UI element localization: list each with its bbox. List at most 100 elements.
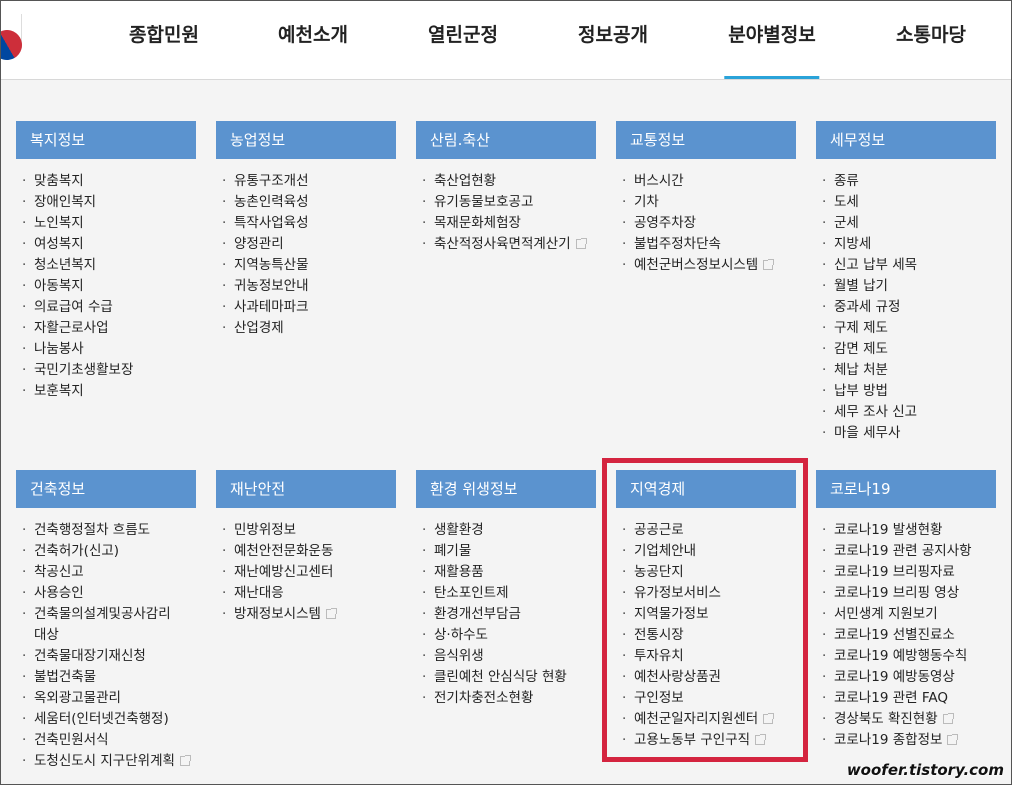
list-item[interactable]: 목재문화체험장 (416, 213, 596, 234)
list-item[interactable]: 민방위정보 (216, 520, 396, 541)
list-item[interactable]: 농공단지 (616, 562, 796, 583)
section-title[interactable]: 교통정보 (616, 121, 796, 159)
section-title[interactable]: 농업정보 (216, 121, 396, 159)
list-item[interactable]: 투자유치 (616, 646, 796, 667)
list-item[interactable]: 종류 (816, 171, 996, 192)
list-item[interactable]: 아동복지 (16, 276, 196, 297)
list-item[interactable]: 마을 세무사 (816, 423, 996, 444)
list-item[interactable]: 구인정보 (616, 688, 796, 709)
list-item[interactable]: 세무 조사 신고 (816, 402, 996, 423)
list-item[interactable]: 군세 (816, 213, 996, 234)
list-item[interactable]: 사과테마파크 (216, 297, 396, 318)
list-item[interactable]: 상·하수도 (416, 625, 596, 646)
list-item[interactable]: 코로나19 예방행동수칙 (816, 646, 996, 667)
nav-item-civil-service[interactable]: 종합민원 (129, 20, 199, 47)
list-item[interactable]: 전기차충전소현황 (416, 688, 596, 709)
nav-item-communication[interactable]: 소통마당 (896, 20, 966, 47)
list-item[interactable]: 버스시간 (616, 171, 796, 192)
section-title[interactable]: 환경 위생정보 (416, 470, 596, 508)
list-item[interactable]: 자활근로사업 (16, 318, 196, 339)
list-item[interactable]: 특작사업육성 (216, 213, 396, 234)
list-item[interactable]: 예천사랑상품권 (616, 667, 796, 688)
list-item[interactable]: 탄소포인트제 (416, 583, 596, 604)
nav-item-open-county[interactable]: 열린군정 (428, 20, 498, 47)
section-title[interactable]: 코로나19 (816, 470, 996, 508)
list-item[interactable]: 건축행정절차 흐름도 (16, 520, 196, 541)
list-item[interactable]: 체납 처분 (816, 360, 996, 381)
list-item[interactable]: 재난대응 (216, 583, 396, 604)
list-item[interactable]: 구제 제도 (816, 318, 996, 339)
list-item[interactable]: 재난예방신고센터 (216, 562, 396, 583)
list-item[interactable]: 기업체안내 (616, 541, 796, 562)
list-item[interactable]: 귀농정보안내 (216, 276, 396, 297)
list-item[interactable]: 착공신고 (16, 562, 196, 583)
list-item[interactable]: 축산업현황 (416, 171, 596, 192)
list-item[interactable]: 생활환경 (416, 520, 596, 541)
list-item[interactable]: 건축민원서식 (16, 730, 196, 751)
list-item[interactable]: 맞춤복지 (16, 171, 196, 192)
list-item[interactable]: 환경개선부담금 (416, 604, 596, 625)
section-title[interactable]: 건축정보 (16, 470, 196, 508)
list-item[interactable]: 사용승인 (16, 583, 196, 604)
nav-item-field-information[interactable]: 분야별정보 (724, 20, 821, 79)
list-item-external[interactable]: 방재정보시스템 (216, 604, 396, 625)
list-item[interactable]: 노인복지 (16, 213, 196, 234)
list-item[interactable]: 여성복지 (16, 234, 196, 255)
list-item[interactable]: 코로나19 관련 공지사항 (816, 541, 996, 562)
list-item[interactable]: 코로나19 예방동영상 (816, 667, 996, 688)
list-item[interactable]: 폐기물 (416, 541, 596, 562)
list-item[interactable]: 보훈복지 (16, 381, 196, 402)
list-item[interactable]: 신고 납부 세목 (816, 255, 996, 276)
list-item[interactable]: 코로나19 발생현황 (816, 520, 996, 541)
list-item[interactable]: 장애인복지 (16, 192, 196, 213)
list-item[interactable]: 청소년복지 (16, 255, 196, 276)
section-title[interactable]: 세무정보 (816, 121, 996, 159)
nav-item-information-disclosure[interactable]: 정보공개 (578, 20, 648, 47)
list-item[interactable]: 중과세 규정 (816, 297, 996, 318)
list-item[interactable]: 건축허가(신고) (16, 541, 196, 562)
section-title[interactable]: 재난안전 (216, 470, 396, 508)
list-item-external[interactable]: 도청신도시 지구단위계획 (16, 751, 196, 772)
list-item[interactable]: 국민기초생활보장 (16, 360, 196, 381)
list-item[interactable]: 서민생계 지원보기 (816, 604, 996, 625)
list-item[interactable]: 유기동물보호공고 (416, 192, 596, 213)
list-item[interactable]: 코로나19 브리핑자료 (816, 562, 996, 583)
list-item-external[interactable]: 경상북도 확진현황 (816, 709, 996, 730)
section-title[interactable]: 지역경제 (616, 470, 796, 508)
list-item[interactable]: 감면 제도 (816, 339, 996, 360)
list-item[interactable]: 코로나19 관련 FAQ (816, 688, 996, 709)
list-item[interactable]: 세움터(인터넷건축행정) (16, 709, 196, 730)
list-item[interactable]: 지역물가정보 (616, 604, 796, 625)
list-item[interactable]: 지역농특산물 (216, 255, 396, 276)
list-item[interactable]: 유통구조개선 (216, 171, 396, 192)
list-item[interactable]: 클린예천 안심식당 현황 (416, 667, 596, 688)
list-item-external[interactable]: 코로나19 종합정보 (816, 730, 996, 751)
list-item[interactable]: 양정관리 (216, 234, 396, 255)
list-item[interactable]: 납부 방법 (816, 381, 996, 402)
list-item[interactable]: 코로나19 선별진료소 (816, 625, 996, 646)
list-item[interactable]: 재활용품 (416, 562, 596, 583)
list-item[interactable]: 코로나19 브리핑 영상 (816, 583, 996, 604)
list-item[interactable]: 공공근로 (616, 520, 796, 541)
section-title[interactable]: 산림.축산 (416, 121, 596, 159)
list-item[interactable]: 음식위생 (416, 646, 596, 667)
list-item[interactable]: 산업경제 (216, 318, 396, 339)
nav-item-introduction[interactable]: 예천소개 (278, 20, 348, 47)
list-item[interactable]: 나눔봉사 (16, 339, 196, 360)
list-item[interactable]: 불법주정차단속 (616, 234, 796, 255)
list-item[interactable]: 기차 (616, 192, 796, 213)
list-item[interactable]: 지방세 (816, 234, 996, 255)
list-item[interactable]: 불법건축물 (16, 667, 196, 688)
list-item[interactable]: 건축물대장기재신청 (16, 646, 196, 667)
list-item[interactable]: 의료급여 수급 (16, 297, 196, 318)
list-item-external[interactable]: 예천군일자리지원센터 (616, 709, 796, 730)
list-item-external[interactable]: 축산적정사육면적계산기 (416, 234, 596, 255)
list-item[interactable]: 옥외광고물관리 (16, 688, 196, 709)
list-item[interactable]: 건축물의설계및공사감리대상 (16, 604, 181, 646)
list-item-external[interactable]: 예천군버스정보시스템 (616, 255, 796, 276)
section-title[interactable]: 복지정보 (16, 121, 196, 159)
list-item[interactable]: 도세 (816, 192, 996, 213)
list-item[interactable]: 유가정보서비스 (616, 583, 796, 604)
list-item-external[interactable]: 고용노동부 구인구직 (616, 730, 796, 751)
list-item[interactable]: 전통시장 (616, 625, 796, 646)
